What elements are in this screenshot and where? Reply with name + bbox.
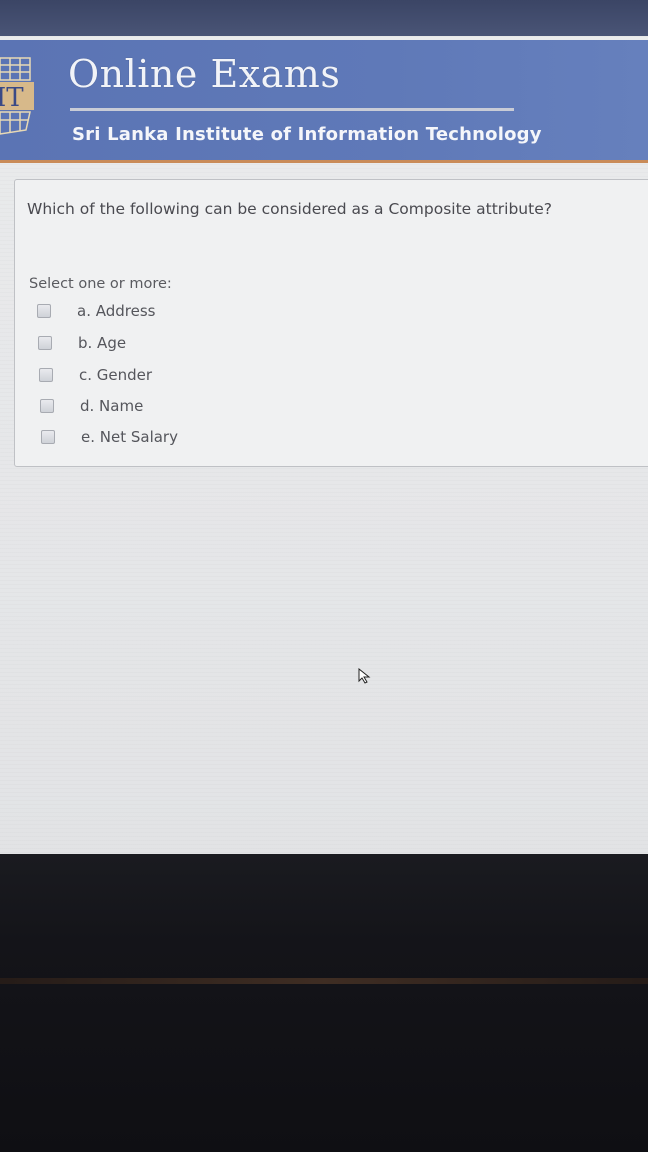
site-header: IT Online Exams Sri Lanka Institute of I…: [0, 40, 648, 163]
answer-prompt: Select one or more:: [29, 276, 172, 292]
question-card: Which of the following can be considered…: [14, 179, 648, 467]
site-title: Online Exams: [68, 52, 341, 96]
institute-name: Sri Lanka Institute of Information Techn…: [72, 124, 542, 145]
option-label: b. Age: [78, 334, 127, 352]
desk-reflection: [0, 978, 648, 984]
mouse-pointer-icon: [358, 668, 371, 684]
checkbox[interactable]: [38, 336, 52, 350]
monitor-top-bezel: [0, 0, 648, 38]
option-label: e. Net Salary: [81, 428, 178, 446]
title-divider: [70, 108, 514, 111]
browser-screen: IT Online Exams Sri Lanka Institute of I…: [0, 36, 648, 854]
option-d[interactable]: d. Name: [40, 394, 143, 418]
option-b[interactable]: b. Age: [38, 331, 126, 355]
monitor-bottom-bezel: [0, 854, 648, 1152]
checkbox[interactable]: [39, 368, 53, 382]
sliit-logo: IT: [0, 57, 34, 135]
option-label: c. Gender: [79, 366, 153, 384]
option-label: d. Name: [80, 397, 144, 415]
checkbox[interactable]: [41, 430, 55, 444]
option-e[interactable]: e. Net Salary: [41, 425, 178, 449]
option-c[interactable]: c. Gender: [39, 363, 152, 387]
option-label: a. Address: [77, 302, 156, 320]
question-text: Which of the following can be considered…: [27, 200, 552, 218]
option-a[interactable]: a. Address: [37, 299, 155, 323]
checkbox[interactable]: [40, 399, 54, 413]
svg-text:IT: IT: [0, 83, 24, 113]
checkbox[interactable]: [37, 304, 51, 318]
